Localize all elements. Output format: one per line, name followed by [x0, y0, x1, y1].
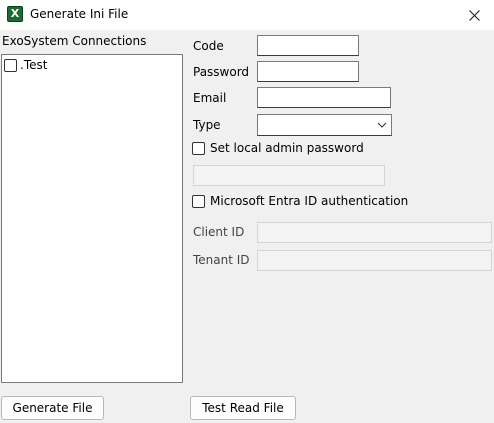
email-label: Email [193, 91, 227, 105]
set-local-admin-label: Set local admin password [210, 141, 364, 155]
client-id-field[interactable] [257, 222, 492, 243]
email-field[interactable] [257, 87, 391, 108]
generate-file-button[interactable]: Generate File [1, 396, 104, 420]
close-icon [468, 9, 480, 21]
code-field[interactable] [257, 35, 359, 56]
connections-list[interactable]: .Test [1, 54, 183, 383]
connection-label: .Test [20, 58, 48, 72]
email-input[interactable] [258, 88, 390, 107]
tenant-id-input[interactable] [258, 251, 491, 270]
code-label: Code [193, 39, 224, 53]
set-local-admin-checkbox[interactable] [192, 141, 205, 155]
type-dropdown[interactable] [257, 114, 392, 136]
admin-password-input[interactable] [194, 166, 384, 185]
window-title: Generate Ini File [30, 7, 129, 21]
list-item-test[interactable]: .Test [4, 57, 47, 73]
excel-app-icon: X [7, 6, 23, 22]
client-id-label: Client ID [193, 225, 245, 239]
tenant-id-field[interactable] [257, 250, 492, 271]
client-id-input[interactable] [258, 223, 491, 242]
title-bar: X Generate Ini File [0, 0, 494, 30]
connections-header: ExoSystem Connections [2, 34, 147, 48]
admin-password-field[interactable] [193, 165, 385, 186]
password-label: Password [193, 65, 250, 79]
code-input[interactable] [258, 36, 358, 55]
chevron-down-icon [377, 122, 387, 128]
password-field[interactable] [257, 61, 359, 82]
tenant-id-label: Tenant ID [193, 253, 250, 267]
type-label: Type [193, 118, 221, 132]
password-input[interactable] [258, 62, 358, 81]
close-button[interactable] [454, 0, 494, 30]
entra-auth-row[interactable]: Microsoft Entra ID authentication [192, 194, 408, 208]
connection-checkbox[interactable] [4, 58, 17, 72]
test-read-file-button[interactable]: Test Read File [190, 396, 296, 420]
entra-auth-checkbox[interactable] [192, 194, 205, 208]
set-local-admin-row[interactable]: Set local admin password [192, 141, 364, 155]
entra-auth-label: Microsoft Entra ID authentication [210, 194, 409, 208]
